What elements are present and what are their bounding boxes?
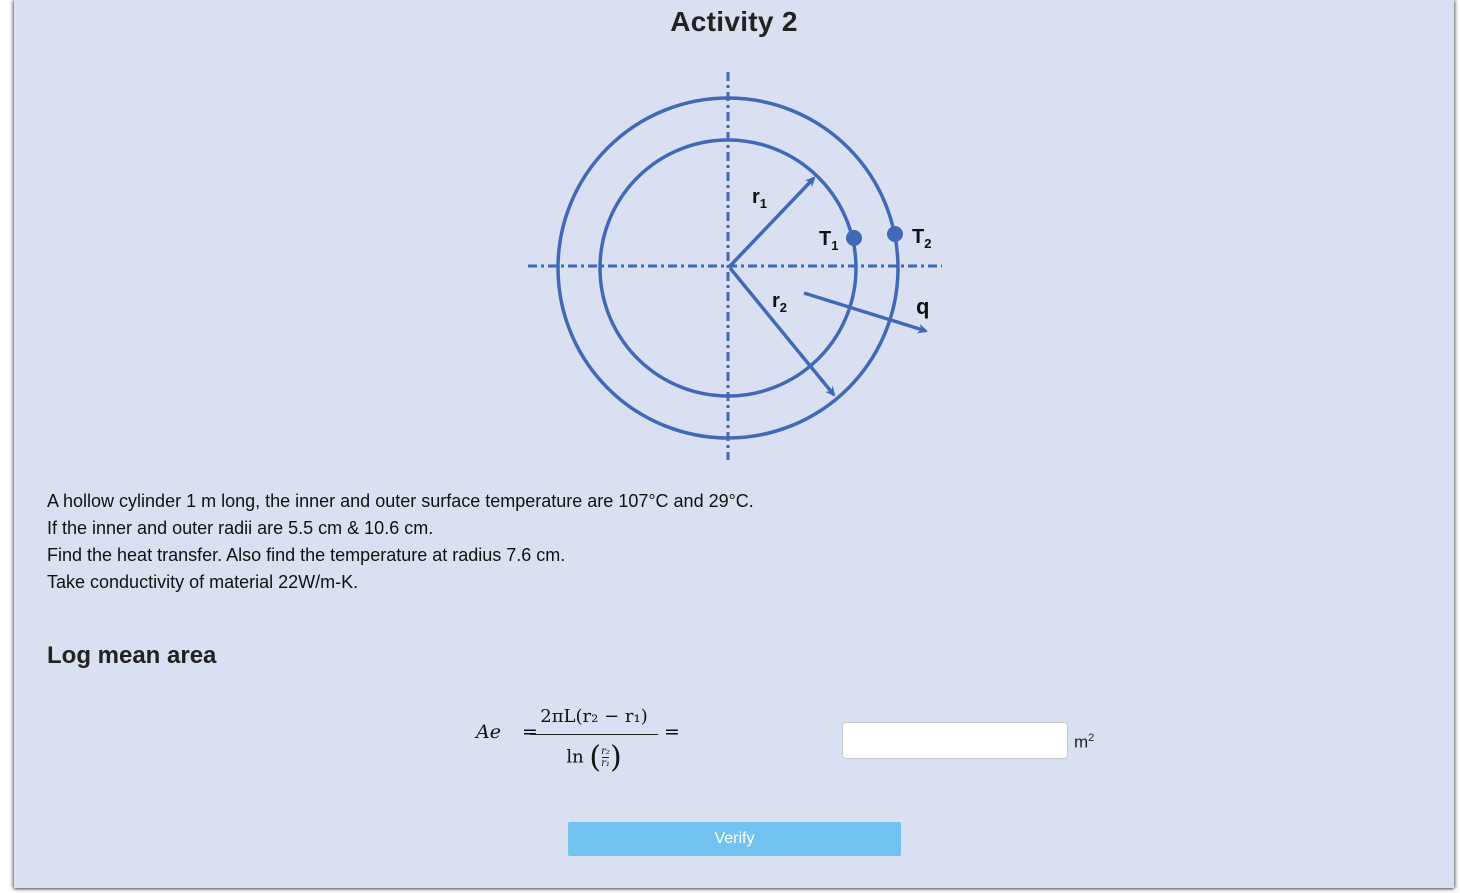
- hollow-cylinder-diagram: r1 r2 T1 T2 q: [528, 72, 942, 460]
- t1-point: [846, 230, 862, 246]
- problem-line: Take conductivity of material 22W/m-K.: [47, 572, 359, 592]
- left-paren: (: [589, 740, 602, 775]
- r2-label: r2: [772, 290, 787, 315]
- formula-numerator: 2πL(r₂ − r₁): [540, 706, 648, 727]
- activity-panel: Activity 2 r1 r2 T1 T2 q A hollow cylind…: [14, 0, 1454, 888]
- verify-button[interactable]: Verify: [568, 822, 901, 856]
- problem-statement: A hollow cylinder 1 m long, the inner an…: [47, 488, 754, 596]
- right-paren: ): [609, 740, 622, 775]
- t2-point: [887, 226, 903, 242]
- inner-numerator: r₂: [601, 746, 610, 757]
- formula-denominator: ln (r₂ r₁): [530, 740, 658, 775]
- inner-fraction: r₂ r₁: [601, 746, 610, 769]
- center-axes: [528, 72, 942, 460]
- r2-arrow: [728, 266, 836, 397]
- q-arrow: [803, 291, 928, 334]
- fraction-bar: [530, 734, 658, 735]
- t2-label: T2: [912, 226, 931, 251]
- t1-label: T1: [819, 228, 838, 253]
- q-label: q: [916, 294, 929, 319]
- unit-label: m2: [1074, 732, 1095, 752]
- ln-text: ln: [566, 746, 584, 768]
- problem-line: A hollow cylinder 1 m long, the inner an…: [47, 491, 754, 511]
- section-heading: Log mean area: [47, 642, 217, 669]
- r1-label: r1: [752, 186, 767, 211]
- formula-lhs: Ae: [476, 721, 501, 743]
- formula-trailing-equals: =: [664, 721, 680, 743]
- inner-denominator: r₁: [601, 758, 610, 769]
- problem-line: Find the heat transfer. Also find the te…: [47, 545, 566, 565]
- r1-arrow: [728, 176, 816, 268]
- log-mean-area-input[interactable]: [842, 722, 1068, 759]
- problem-line: If the inner and outer radii are 5.5 cm …: [47, 518, 434, 538]
